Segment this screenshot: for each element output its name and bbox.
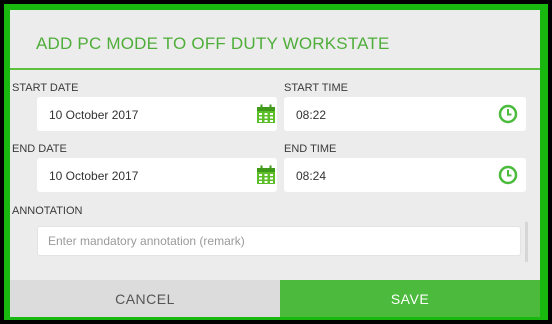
- end-date-value: 10 October 2017: [49, 169, 139, 183]
- clock-icon[interactable]: [498, 165, 518, 190]
- save-button[interactable]: SAVE: [280, 280, 540, 317]
- add-pc-mode-dialog: ADD PC MODE TO OFF DUTY WORKSTATE START …: [10, 10, 540, 317]
- dialog-header: ADD PC MODE TO OFF DUTY WORKSTATE: [10, 10, 540, 70]
- end-time-field[interactable]: 08:24: [284, 158, 526, 192]
- end-date-field[interactable]: 10 October 2017: [37, 158, 277, 192]
- start-time-value: 08:22: [296, 108, 327, 122]
- calendar-icon[interactable]: [256, 104, 276, 129]
- annotation-label: ANNOTATION: [12, 205, 83, 217]
- start-time-field[interactable]: 08:22: [284, 97, 526, 131]
- annotation-input[interactable]: [38, 227, 520, 255]
- annotation-field[interactable]: [37, 226, 521, 256]
- end-date-label: END DATE: [12, 143, 67, 155]
- cancel-button[interactable]: CANCEL: [10, 280, 280, 317]
- dialog-title: ADD PC MODE TO OFF DUTY WORKSTATE: [36, 34, 390, 53]
- start-date-field[interactable]: 10 October 2017: [37, 97, 277, 131]
- start-time-label: START TIME: [284, 82, 348, 94]
- start-date-label: START DATE: [12, 82, 79, 94]
- end-time-label: END TIME: [284, 143, 337, 155]
- start-date-value: 10 October 2017: [49, 108, 139, 122]
- calendar-icon[interactable]: [256, 165, 276, 190]
- clock-icon[interactable]: [498, 104, 518, 129]
- annotation-scrollbar[interactable]: [525, 222, 528, 262]
- end-time-value: 08:24: [296, 169, 327, 183]
